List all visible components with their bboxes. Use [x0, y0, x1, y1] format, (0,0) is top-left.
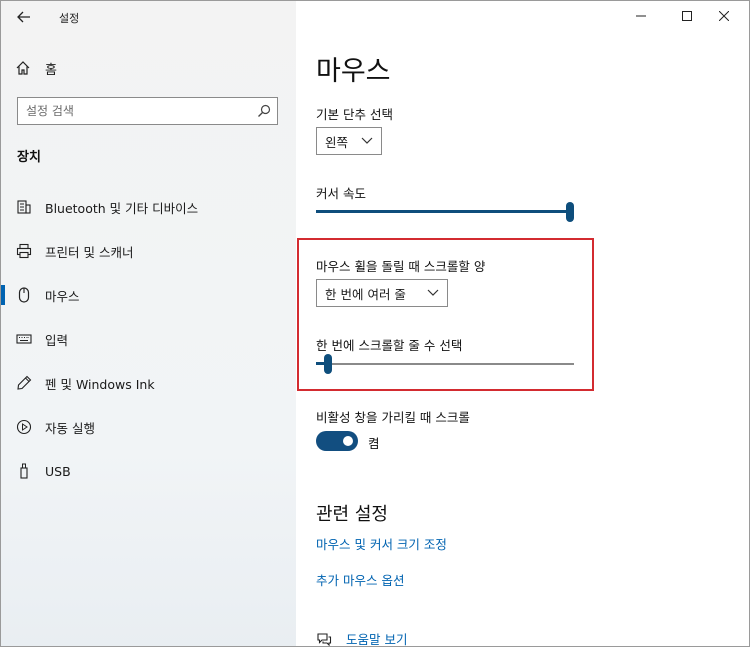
sidebar-item-label: 마우스	[45, 288, 80, 304]
primary-button-select[interactable]: 왼쪽	[316, 127, 382, 155]
cursor-speed-label: 커서 속도	[316, 186, 366, 201]
link-additional-mouse-options[interactable]: 추가 마우스 옵션	[316, 570, 404, 589]
close-button[interactable]	[701, 1, 747, 31]
slider-track	[316, 363, 574, 365]
slider-fill	[316, 210, 570, 213]
home-label: 홈	[45, 62, 57, 78]
search-input[interactable]	[18, 98, 256, 124]
sidebar-item-label: 자동 실행	[45, 420, 95, 436]
chevron-down-icon	[427, 289, 439, 296]
settings-window: 설정 홈 장치 Bluetooth 및 기타 디바이스	[0, 0, 750, 647]
sidebar-item-label: 프린터 및 스캐너	[45, 244, 134, 260]
sidebar-item-label: Bluetooth 및 기타 디바이스	[45, 200, 199, 216]
selected-indicator	[1, 285, 5, 305]
search-box[interactable]	[17, 97, 278, 125]
sidebar-item-mouse[interactable]: 마우스	[1, 273, 296, 317]
cursor-speed-slider[interactable]	[316, 202, 574, 222]
sidebar-item-bluetooth[interactable]: Bluetooth 및 기타 디바이스	[1, 185, 296, 229]
keyboard-icon	[16, 334, 32, 344]
back-button[interactable]	[11, 6, 37, 28]
toggle-state-label: 켬	[368, 436, 380, 451]
link-mouse-cursor-size[interactable]: 마우스 및 커서 크기 조정	[316, 534, 447, 553]
pen-icon	[17, 375, 32, 390]
sidebar-item-label: 펜 및 Windows Ink	[45, 376, 155, 392]
lines-to-scroll-label: 한 번에 스크롤할 줄 수 선택	[316, 338, 463, 353]
scroll-amount-value: 한 번에 여러 줄	[325, 286, 406, 302]
toggle-knob	[343, 436, 353, 446]
minimize-button[interactable]	[618, 1, 664, 31]
related-settings-title: 관련 설정	[316, 504, 388, 525]
scroll-amount-label: 마우스 휠을 돌릴 때 스크롤할 양	[316, 259, 486, 274]
autoplay-icon	[16, 419, 32, 435]
section-title: 장치	[17, 150, 41, 165]
slider-thumb[interactable]	[324, 354, 332, 374]
page-title: 마우스	[316, 56, 391, 87]
slider-thumb[interactable]	[566, 202, 574, 222]
printer-icon	[16, 243, 32, 259]
sidebar-nav: Bluetooth 및 기타 디바이스 프린터 및 스캐너 마우스 입력 펜 및…	[1, 185, 296, 493]
maximize-icon	[682, 11, 692, 21]
sidebar-item-home[interactable]: 홈	[15, 57, 57, 79]
bluetooth-devices-icon	[17, 200, 31, 214]
back-arrow-icon	[17, 11, 30, 23]
get-help-link[interactable]: 도움말 보기	[316, 629, 408, 647]
lines-to-scroll-slider[interactable]	[316, 354, 574, 374]
minimize-icon	[636, 15, 646, 17]
sidebar-item-pen[interactable]: 펜 및 Windows Ink	[1, 361, 296, 405]
usb-icon	[20, 463, 28, 479]
sidebar-item-label: 입력	[45, 332, 69, 348]
sidebar-item-autoplay[interactable]: 자동 실행	[1, 405, 296, 449]
search-icon[interactable]	[257, 104, 271, 118]
mouse-icon	[18, 287, 30, 303]
sidebar-item-printers[interactable]: 프린터 및 스캐너	[1, 229, 296, 273]
close-icon	[719, 11, 729, 21]
app-title: 설정	[59, 12, 80, 25]
primary-button-label: 기본 단추 선택	[316, 107, 393, 122]
sidebar: 설정 홈 장치 Bluetooth 및 기타 디바이스	[1, 1, 296, 646]
inactive-scroll-toggle[interactable]	[316, 431, 358, 451]
inactive-scroll-label: 비활성 창을 가리킬 때 스크롤	[316, 410, 470, 425]
primary-button-value: 왼쪽	[325, 134, 349, 150]
help-chat-icon	[317, 632, 332, 646]
help-label: 도움말 보기	[346, 632, 408, 647]
scroll-amount-select[interactable]: 한 번에 여러 줄	[316, 279, 448, 307]
chevron-down-icon	[361, 137, 373, 144]
sidebar-item-usb[interactable]: USB	[1, 449, 296, 493]
sidebar-item-label: USB	[45, 463, 71, 479]
sidebar-item-input[interactable]: 입력	[1, 317, 296, 361]
home-icon	[16, 61, 30, 75]
